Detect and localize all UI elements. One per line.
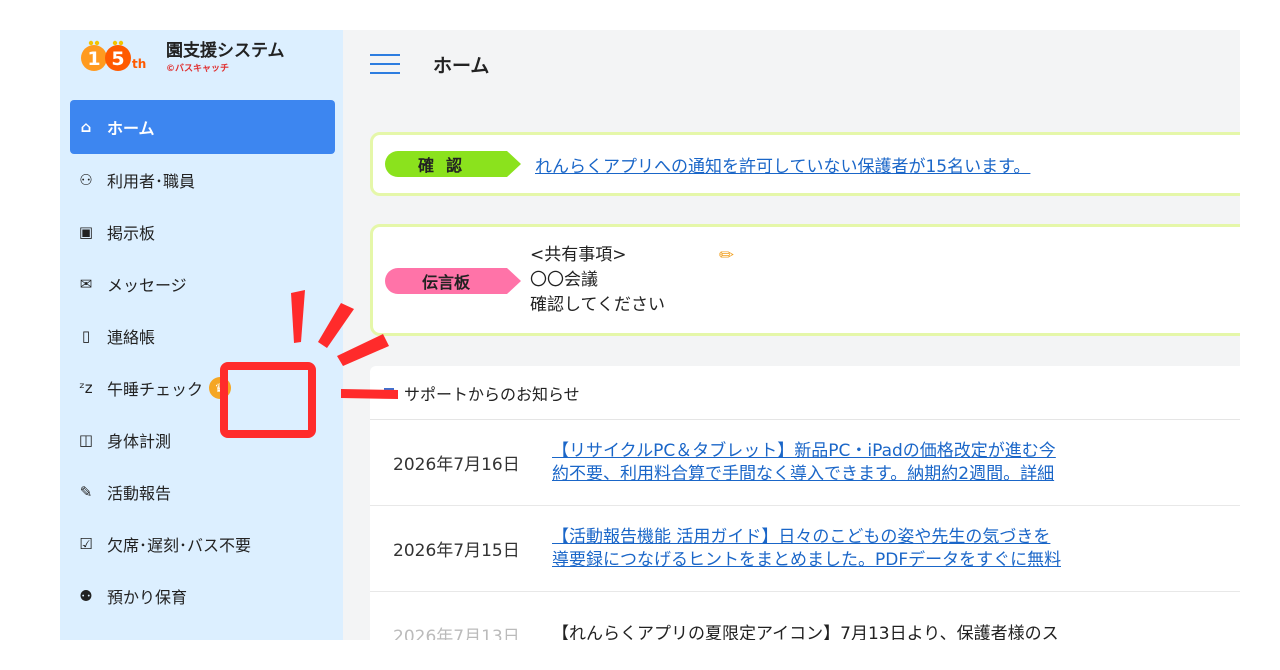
brand-logo[interactable]: 1 5 th 園支援システム ©バスキャッチ xyxy=(60,30,343,98)
sidebar-item-label: メッセージ xyxy=(107,276,187,295)
sidebar-item-3[interactable]: ✉ メッセージ xyxy=(70,258,335,310)
confirm-tag: 確認 xyxy=(385,151,521,177)
top-header: ホーム xyxy=(343,30,1240,98)
news-line-1: 【活動報告機能 活用ガイド】日々のこどもの姿や先生の気づきを xyxy=(552,526,1051,547)
sidebar-item-label: 午睡チェック xyxy=(107,380,204,399)
crown-icon: ♛ xyxy=(209,377,232,399)
main-content: 確認 れんらくアプリへの通知を許可していない保護者が15名います。 伝言板 <共… xyxy=(343,98,1240,640)
brand-subtitle: ©バスキャッチ xyxy=(166,64,230,74)
support-news: サポートからのお知らせ 2026年7月16日 【リサイクルPC＆タブレット】新品P… xyxy=(370,366,1240,640)
news-heading: サポートからのお知らせ xyxy=(370,366,1240,420)
sidebar-item-1[interactable]: ⚇ 利用者･職員 xyxy=(70,154,335,206)
board-message: <共有事項> 〇〇会議 確認してください xyxy=(530,243,665,318)
badge-five: 5 xyxy=(111,48,124,70)
sidebar-item-8[interactable]: ☑ 欠席･遅刻･バス不要 xyxy=(70,518,335,570)
news-line-1: 【リサイクルPC＆タブレット】新品PC・iPadの価格改定が進む今 xyxy=(552,440,1056,461)
news-item: 2026年7月15日 【活動報告機能 活用ガイド】日々のこどもの姿や先生の気づきを… xyxy=(370,506,1240,592)
sidebar-item-label: ホーム xyxy=(107,119,155,138)
board-line-1: <共有事項> xyxy=(530,245,627,265)
sidebar: 1 5 th 園支援システム ©バスキャッチ ⌂ ホーム ⚇ 利用者･職員 ▣ 掲示板 ✉ メ… xyxy=(60,30,343,640)
news-heading-label: サポートからのお知らせ xyxy=(404,384,580,404)
badge-one: 1 xyxy=(87,48,100,70)
home-icon: ⌂ xyxy=(80,118,92,136)
checkbox-icon: ☑ xyxy=(79,535,93,553)
board-line-3: 確認してください xyxy=(530,295,665,315)
sidebar-item-label: 利用者･職員 xyxy=(107,172,196,191)
news-date: 2026年7月13日 xyxy=(393,627,520,640)
notebook-icon: ▯ xyxy=(81,327,91,345)
sidebar-item-label: 預かり保育 xyxy=(107,588,188,607)
news-line-1: 【れんらくアプリの夏限定アイコン】7月13日より、保護者様のス xyxy=(552,624,1059,640)
news-date: 2026年7月15日 xyxy=(393,541,520,561)
sidebar-item-6[interactable]: ◫ 身体計測 xyxy=(70,414,335,466)
confirm-notice: 確認 れんらくアプリへの通知を許可していない保護者が15名います。 xyxy=(370,132,1240,196)
news-list: 2026年7月16日 【リサイクルPC＆タブレット】新品PC・iPadの価格改定が… xyxy=(370,420,1240,640)
board-line-2: 〇〇会議 xyxy=(530,270,598,290)
news-link[interactable]: 【リサイクルPC＆タブレット】新品PC・iPadの価格改定が進む今 約不要、利用料… xyxy=(552,440,1056,486)
measure-icon: ◫ xyxy=(78,431,94,449)
app-frame: 1 5 th 園支援システム ©バスキャッチ ⌂ ホーム ⚇ 利用者･職員 ▣ 掲示板 ✉ メ… xyxy=(60,30,1240,640)
notification-permission-link[interactable]: れんらくアプリへの通知を許可していない保護者が15名います。 xyxy=(535,152,1030,177)
message-board: 伝言板 <共有事項> 〇〇会議 確認してください ✏ xyxy=(370,224,1240,336)
news-link[interactable]: 【活動報告機能 活用ガイド】日々のこどもの姿や先生の気づきを 導要録につなげるヒン… xyxy=(552,526,1061,572)
sidebar-item-label: 活動報告 xyxy=(107,484,172,503)
sidebar-item-label: 身体計測 xyxy=(107,432,172,451)
news-item: 2026年7月13日 【れんらくアプリの夏限定アイコン】7月13日より、保護者様の… xyxy=(370,592,1240,640)
mail-icon: ✉ xyxy=(79,275,93,293)
news-line-2: 約不要、利用料合算で手間なく導入できます。納期約2週間。詳細 xyxy=(552,463,1055,484)
sidebar-item-5[interactable]: ᶻz 午睡チェック ♛ xyxy=(70,362,335,414)
square-bullet-icon xyxy=(384,387,394,398)
pencil-icon[interactable]: ✏ xyxy=(719,245,734,266)
childcare-icon: ⚉ xyxy=(79,587,93,605)
brand-title: 園支援システム xyxy=(166,41,285,61)
sidebar-item-label: 連絡帳 xyxy=(107,328,156,347)
anniversary-badge-icon: 1 5 th xyxy=(81,40,146,71)
sidebar-item-0[interactable]: ⌂ ホーム xyxy=(70,100,335,154)
sidebar-item-9[interactable]: ⚉ 預かり保育 xyxy=(70,570,335,622)
badge-th: th xyxy=(132,57,146,71)
sidebar-item-label: 欠席･遅刻･バス不要 xyxy=(107,536,252,555)
board-tag: 伝言板 xyxy=(385,268,521,294)
users-icon: ⚇ xyxy=(79,171,93,189)
page-title: ホーム xyxy=(433,54,490,77)
hamburger-menu-icon[interactable] xyxy=(370,54,400,74)
sidebar-nav: ⌂ ホーム ⚇ 利用者･職員 ▣ 掲示板 ✉ メッセージ ▯ 連絡帳 ᶻz 午睡チェック ♛ ◫ 身体計測 ✎… xyxy=(60,98,343,622)
board-icon: ▣ xyxy=(78,223,94,241)
news-date: 2026年7月16日 xyxy=(393,455,520,475)
sidebar-item-7[interactable]: ✎ 活動報告 xyxy=(70,466,335,518)
sidebar-item-4[interactable]: ▯ 連絡帳 xyxy=(70,310,335,362)
edit-icon: ✎ xyxy=(79,483,93,501)
sidebar-item-2[interactable]: ▣ 掲示板 xyxy=(70,206,335,258)
news-item: 2026年7月16日 【リサイクルPC＆タブレット】新品PC・iPadの価格改定が… xyxy=(370,420,1240,506)
news-link[interactable]: 【れんらくアプリの夏限定アイコン】7月13日より、保護者様のス xyxy=(552,623,1059,640)
nap-icon: ᶻz xyxy=(79,379,93,397)
sidebar-item-label: 掲示板 xyxy=(107,224,156,243)
news-line-2: 導要録につなげるヒントをまとめました。PDFデータをすぐに無料 xyxy=(552,549,1062,570)
